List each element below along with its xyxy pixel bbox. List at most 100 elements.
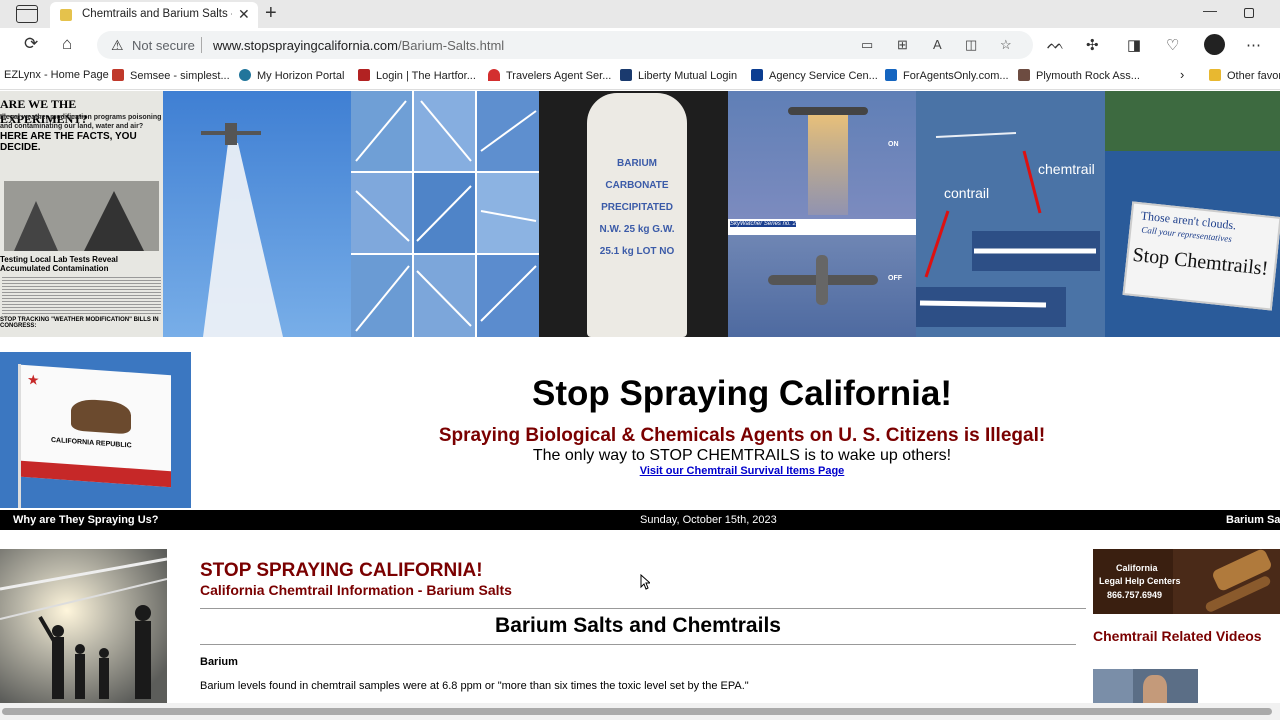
info-bar: Why are They Spraying Us? Sunday, Octobe… (0, 510, 1280, 530)
bookmark-item[interactable]: Travelers Agent Ser... (488, 69, 611, 82)
divider (201, 37, 202, 53)
bookmark-favicon-icon (620, 69, 632, 81)
bumper-sticker-image: Those aren't clouds. Call your represent… (1105, 91, 1280, 337)
refresh-icon[interactable]: ⟳ (24, 34, 38, 54)
site-tagline: The only way to STOP CHEMTRAILS is to wa… (532, 447, 952, 464)
horizontal-scrollbar[interactable] (0, 703, 1280, 720)
qr-code-icon[interactable]: ⊞ (897, 37, 908, 53)
browser-essentials-icon[interactable]: ♡ (1166, 36, 1179, 54)
new-tab-button[interactable]: + (265, 2, 277, 25)
profile-avatar[interactable] (1204, 34, 1225, 55)
tab-title: Chemtrails and Barium Salts - Ch (82, 8, 232, 20)
skywatcher-caption-strip: SkyWatcher Series no. 2 (728, 219, 916, 235)
video-thumbnail[interactable] (1093, 669, 1198, 705)
newspaper-facts: HERE ARE THE FACTS, YOU DECIDE. (0, 131, 137, 153)
mouse-cursor-icon (640, 574, 650, 590)
bookmarks-bar: EZLynx - Home Page Semsee - simplest... … (0, 62, 1280, 90)
web-page: ARE WE THE EXPERIMENT? Illegal weather m… (0, 91, 1280, 720)
site-title: Stop Spraying California! (531, 374, 953, 413)
bookmark-item[interactable]: Liberty Mutual Login (620, 69, 737, 82)
barium-bag-image: BARIUM CARBONATE PRECIPITATED N.W. 25 kg… (539, 91, 728, 337)
ad-line2: Legal Help Centers (1099, 576, 1181, 586)
california-flag-image: ★ CALIFORNIA REPUBLIC (0, 352, 191, 508)
active-tab[interactable]: Chemtrails and Barium Salts - Ch ✕ (50, 2, 258, 28)
contrail-label: contrail (944, 185, 990, 201)
page-name: Barium Salts (1226, 514, 1280, 526)
bookmark-item[interactable]: My Horizon Portal (239, 69, 344, 82)
flag-cloth: ★ CALIFORNIA REPUBLIC (21, 364, 171, 488)
divider (200, 644, 1076, 645)
newspaper-subhead: Testing Local Lab Tests Reveal Accumulat… (0, 255, 118, 273)
bookmark-item[interactable]: Semsee - simplest... (112, 69, 230, 82)
bag: BARIUM CARBONATE PRECIPITATED N.W. 25 kg… (587, 93, 687, 337)
sky-grid-graphic (351, 91, 539, 337)
url-path: /Barium-Salts.html (397, 38, 505, 53)
extensions-puzzle-icon[interactable]: ✣ (1086, 36, 1099, 54)
home-icon[interactable]: ⌂ (62, 34, 72, 54)
survival-items-link-text[interactable]: Visit our Chemtrail Survival Items Page (640, 465, 845, 477)
tab-favicon-icon (60, 9, 72, 21)
read-aloud-icon[interactable]: A (933, 37, 942, 52)
content-subheading: California Chemtrail Information - Bariu… (200, 582, 512, 598)
newspaper-text: Illegal weather modification programs po… (0, 114, 162, 130)
divider (200, 608, 1086, 609)
maximize-button[interactable] (1244, 8, 1254, 18)
bookmarks-overflow-icon[interactable]: › (1180, 67, 1184, 82)
bag-label: BARIUM CARBONATE PRECIPITATED N.W. 25 kg… (599, 158, 675, 257)
header-banner: ARE WE THE EXPERIMENT? Illegal weather m… (0, 91, 1280, 337)
bookmark-favicon-icon (885, 69, 897, 81)
split-screen-icon[interactable]: ◨ (1127, 36, 1141, 54)
plane-off-photo: OFF (728, 235, 916, 337)
minimize-button[interactable]: — (1203, 2, 1217, 18)
app-available-icon[interactable]: ▭ (861, 37, 873, 53)
bookmark-item[interactable]: EZLynx - Home Page (4, 69, 109, 81)
airplane-trail-image (163, 91, 351, 337)
bookmark-favicon-icon (358, 69, 370, 81)
newspaper-columns (2, 275, 161, 315)
skywatcher-caption: SkyWatcher Series no. 2 (730, 221, 796, 227)
ad-line1: California (1116, 563, 1158, 573)
favorite-star-icon[interactable]: ☆ (1000, 37, 1012, 53)
airplane-trail-graphic (201, 123, 283, 337)
bear-icon (71, 398, 131, 435)
section-heading: Barium (200, 656, 238, 668)
umbrella-icon (488, 69, 500, 81)
scrollbar-thumb[interactable] (2, 708, 1272, 715)
bookmark-favicon-icon (1018, 69, 1030, 81)
bookmark-item[interactable]: Plymouth Rock Ass... (1018, 69, 1140, 82)
on-label: ON (888, 141, 899, 148)
current-date: Sunday, October 15th, 2023 (640, 514, 777, 526)
why-spraying-link[interactable]: Why are They Spraying Us? (13, 514, 158, 526)
article-title: Barium Salts and Chemtrails (495, 614, 781, 637)
bookmark-favicon-icon (112, 69, 124, 81)
chemtrail-label: chemtrail (1038, 161, 1095, 177)
survival-items-link: Visit our Chemtrail Survival Items Page (200, 465, 1280, 477)
skywatcher-image: ON SkyWatcher Series no. 2 OFF (728, 91, 916, 337)
ad-phone: 866.757.6949 (1107, 590, 1163, 600)
other-favorites[interactable]: Other favor (1209, 69, 1280, 82)
flag-text: CALIFORNIA REPUBLIC (51, 436, 132, 450)
sticker-line3: Stop Chemtrails! (1131, 243, 1270, 280)
content-heading: STOP SPRAYING CALIFORNIA! (200, 560, 483, 581)
url-host: www.stopsprayingcalifornia.com (213, 38, 398, 53)
bookmark-item[interactable]: Login | The Hartfor... (358, 69, 476, 82)
warning-icon[interactable]: ⚠ (111, 37, 124, 54)
extension-icon[interactable]: ᨓ (1047, 36, 1065, 53)
bookmark-item[interactable]: Agency Service Cen... (751, 69, 878, 82)
newspaper-photo (4, 181, 159, 251)
immersive-reader-icon[interactable]: ◫ (965, 37, 977, 53)
navigation-bar: ⟳ ⌂ ⚠ Not secure www.stopsprayingcalifor… (0, 28, 1280, 62)
address-bar[interactable]: ⚠ Not secure www.stopsprayingcalifornia.… (97, 31, 1033, 59)
newspaper-clipping-image: ARE WE THE EXPERIMENT? Illegal weather m… (0, 91, 163, 337)
article-paragraph: Barium levels found in chemtrail samples… (200, 680, 749, 692)
bookmark-item[interactable]: ForAgentsOnly.com... (885, 69, 1009, 82)
more-options-icon[interactable]: ⋯ (1246, 36, 1261, 54)
tab-actions-icon[interactable] (16, 5, 38, 23)
security-status[interactable]: Not secure (132, 38, 195, 53)
url-text[interactable]: www.stopsprayingcalifornia.com/Barium-Sa… (213, 38, 504, 53)
legal-help-ad[interactable]: California Legal Help Centers 866.757.69… (1093, 549, 1280, 614)
videos-heading: Chemtrail Related Videos (1093, 628, 1262, 644)
folder-icon (1209, 69, 1221, 81)
close-tab-icon[interactable]: ✕ (238, 6, 250, 23)
family-silhouette-image (0, 549, 167, 703)
